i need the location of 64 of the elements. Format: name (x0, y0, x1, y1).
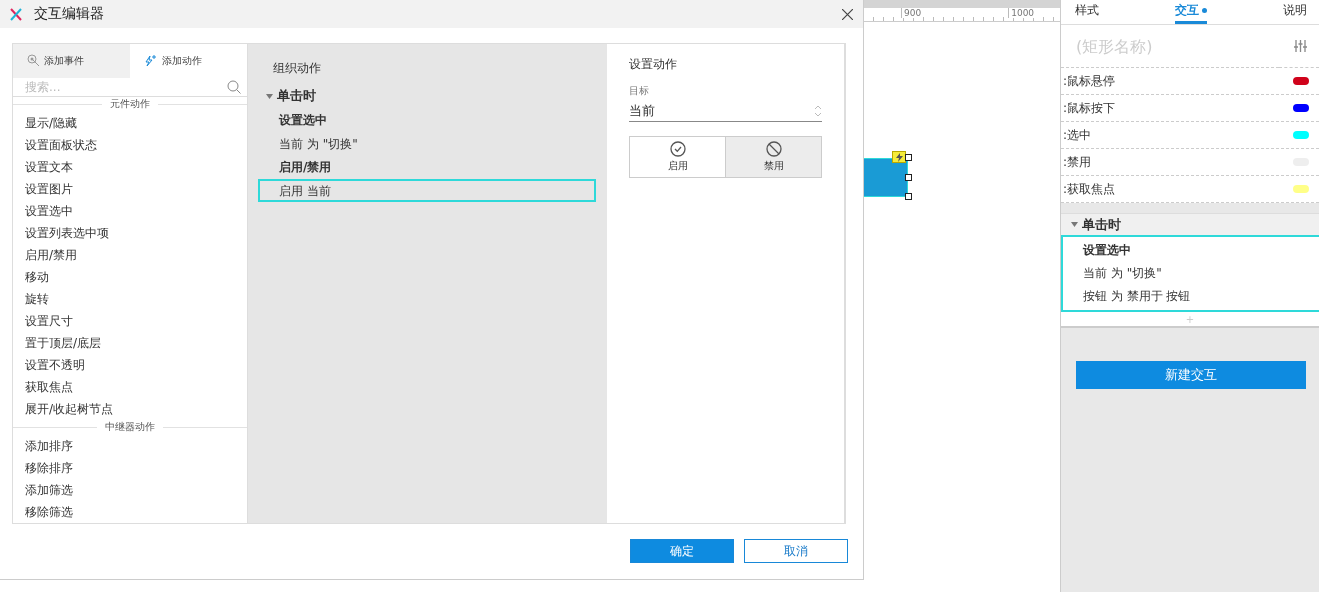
target-select[interactable]: 当前 (629, 100, 822, 122)
action-list-item[interactable]: 移除筛选 (13, 501, 247, 523)
event-action-text: 设置选中 (1083, 242, 1132, 259)
ruler-label: 900 (901, 8, 922, 18)
interaction-state-row[interactable]: :鼠标悬停 (1061, 68, 1319, 95)
cancel-button[interactable]: 取消 (744, 539, 848, 563)
resize-handle[interactable] (905, 154, 912, 161)
action-list-item[interactable]: 置于顶层/底层 (13, 331, 247, 354)
action-title[interactable]: 启用/禁用 (258, 155, 597, 179)
action-list-item[interactable]: 移除排序 (13, 457, 247, 479)
settings-button[interactable] (1279, 25, 1319, 68)
action-list-item[interactable]: 显示/隐藏 (13, 111, 247, 134)
action-list-item[interactable]: 添加排序 (13, 435, 247, 457)
group-heading: 元件动作 (109, 97, 151, 112)
action-list-item[interactable]: 设置图片 (13, 177, 247, 200)
panel-tab[interactable]: 添加事件 (13, 44, 130, 78)
interaction-state-row[interactable]: :选中 (1061, 122, 1319, 149)
action-title[interactable]: 设置选中 (258, 108, 597, 132)
panel-heading: 设置动作 (629, 56, 678, 73)
action-list-item[interactable]: 添加筛选 (13, 479, 247, 501)
action-list-item[interactable]: 展开/收起树节点 (13, 397, 247, 420)
cursor-click-icon (27, 54, 40, 68)
group-heading: 中继器动作 (104, 420, 156, 435)
inspector-tab[interactable]: 说明 (1283, 0, 1307, 24)
interaction-state-row[interactable]: :禁用 (1061, 149, 1319, 176)
sliders-icon (1294, 40, 1307, 52)
search-icon[interactable] (227, 79, 241, 94)
collapse-caret-icon[interactable] (266, 93, 273, 99)
sparkle-lightning-icon (144, 54, 158, 68)
action-list-item[interactable]: 设置不透明 (13, 353, 247, 376)
collapse-caret-icon[interactable] (1071, 222, 1078, 227)
interaction-state-row[interactable]: :获取焦点 (1061, 176, 1319, 203)
confirm-button[interactable]: 确定 (630, 539, 734, 563)
state-option[interactable]: 禁用 (725, 137, 821, 177)
event-action-text: 按钮 为 禁用于 按钮 (1083, 288, 1192, 305)
action-list-item[interactable]: 设置文本 (13, 155, 247, 178)
field-label: 目标 (629, 84, 650, 98)
resize-handle[interactable] (905, 193, 912, 200)
action-list-item[interactable]: 设置选中 (13, 199, 247, 222)
lightning-badge-icon (892, 151, 906, 163)
action-list-item[interactable]: 启用/禁用 (13, 243, 247, 266)
event-action-text: 当前 为 "切换" (1083, 265, 1163, 282)
action-list-item[interactable]: 设置列表选中项 (13, 221, 247, 244)
prohibited-icon (765, 141, 782, 157)
event-actions-box[interactable]: 设置选中 当前 为 "切换" 按钮 为 禁用于 按钮 (1061, 235, 1319, 312)
resize-handle[interactable] (905, 174, 912, 181)
interaction-state-row[interactable]: :鼠标按下 (1061, 95, 1319, 122)
app-logo-icon (10, 7, 22, 21)
check-circle-icon (669, 141, 686, 157)
action-list-item[interactable]: 移动 (13, 265, 247, 288)
action-list-item[interactable]: 设置面板状态 (13, 133, 247, 156)
action-item[interactable]: 启用 当前 (258, 179, 596, 202)
new-interaction-button[interactable]: 新建交互 (1076, 361, 1306, 389)
event-label[interactable]: 单击时 (1082, 215, 1121, 234)
action-list-item[interactable]: 获取焦点 (13, 375, 247, 398)
close-icon[interactable] (842, 8, 853, 20)
window-title: 交互编辑器 (34, 5, 105, 23)
action-list-item[interactable]: 旋转 (13, 287, 247, 310)
action-list-item[interactable]: 设置尺寸 (13, 309, 247, 332)
event-label[interactable]: 单击时 (277, 87, 316, 105)
panel-heading: 组织动作 (272, 60, 322, 77)
action-item[interactable]: 当前 为 "切换" (258, 132, 596, 155)
ruler-label: 1000 (1008, 8, 1035, 18)
inspector-tab[interactable]: 样式 (1075, 0, 1099, 24)
